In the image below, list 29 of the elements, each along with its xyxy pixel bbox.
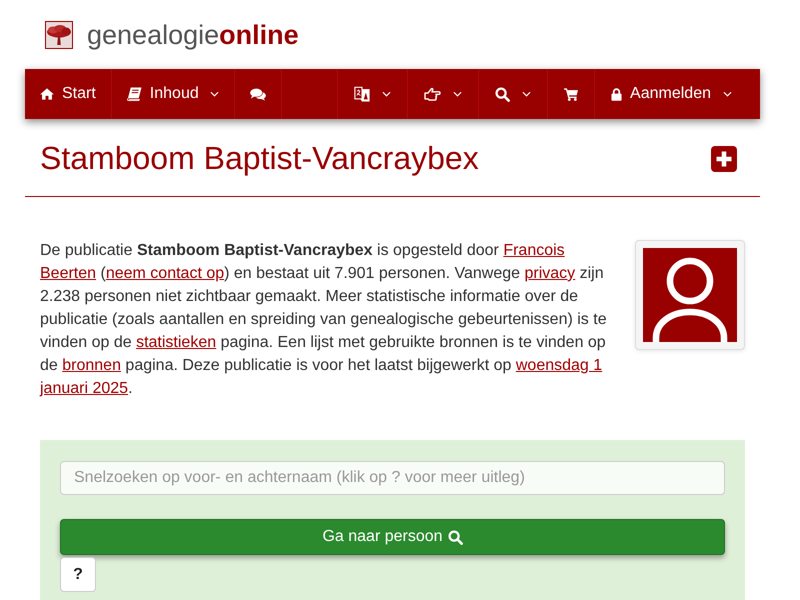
text-link[interactable]: Francois: [503, 242, 565, 259]
person-avatar-icon: [643, 248, 737, 342]
cart-icon: [564, 88, 578, 100]
translate-icon: [354, 86, 370, 102]
text-link[interactable]: woensdag 1: [516, 357, 602, 374]
nav-link[interactable]: Aanmelden: [594, 69, 748, 119]
nav-link[interactable]: Inhoud: [112, 69, 235, 119]
pointing-hand-icon: [424, 87, 442, 101]
intro-paragraph: De publicatie Stamboom Baptist-Vancraybex is opgesteld door Francois Beerten (neem contact op) en bestaat uit 7.901 personen. Vanwege privacy zijn 2.238 personen niet zichtbaar gemaakt. Meer statistische informatie over de publicatie (zoals aantallen en spreiding van genealogische gebeurtenissen) is te vinden op de statistieken pagina. Een lijst met gebruikte bronnen is te vinden op de bronnen pagina. Deze publicatie is voor het laatst bijgewerkt op woensdag 1 januari 2025.: [40, 241, 608, 399]
chat-bubbles-icon: [250, 88, 266, 100]
lock-icon: [611, 88, 622, 100]
text-link[interactable]: neem contact op: [106, 265, 224, 282]
text-link[interactable]: januari 2025: [40, 380, 128, 397]
text-link[interactable]: Beerten: [40, 265, 96, 282]
help-button[interactable]: ?: [60, 557, 96, 592]
home-icon: [40, 88, 54, 100]
plus-square-icon[interactable]: [711, 146, 737, 172]
search-icon: [448, 530, 463, 544]
nav-link[interactable]: Start: [25, 69, 112, 119]
page-title: Stamboom Baptist-Vancraybex: [40, 141, 479, 176]
text-link[interactable]: statistieken: [136, 334, 216, 351]
tree-logo-icon[interactable]: [45, 20, 73, 48]
text-link[interactable]: bronnen: [62, 357, 121, 374]
logo-text[interactable]: genealogieonline: [87, 18, 299, 50]
text-link[interactable]: privacy: [524, 265, 576, 282]
search-icon: [495, 86, 510, 102]
search-field[interactable]: Snelzoeken op voor- en achternaam (klik op ? voor meer uitleg): [60, 461, 725, 495]
go-to-person-button[interactable]: Ga naar persoon: [60, 519, 725, 555]
book-icon: [126, 87, 142, 101]
